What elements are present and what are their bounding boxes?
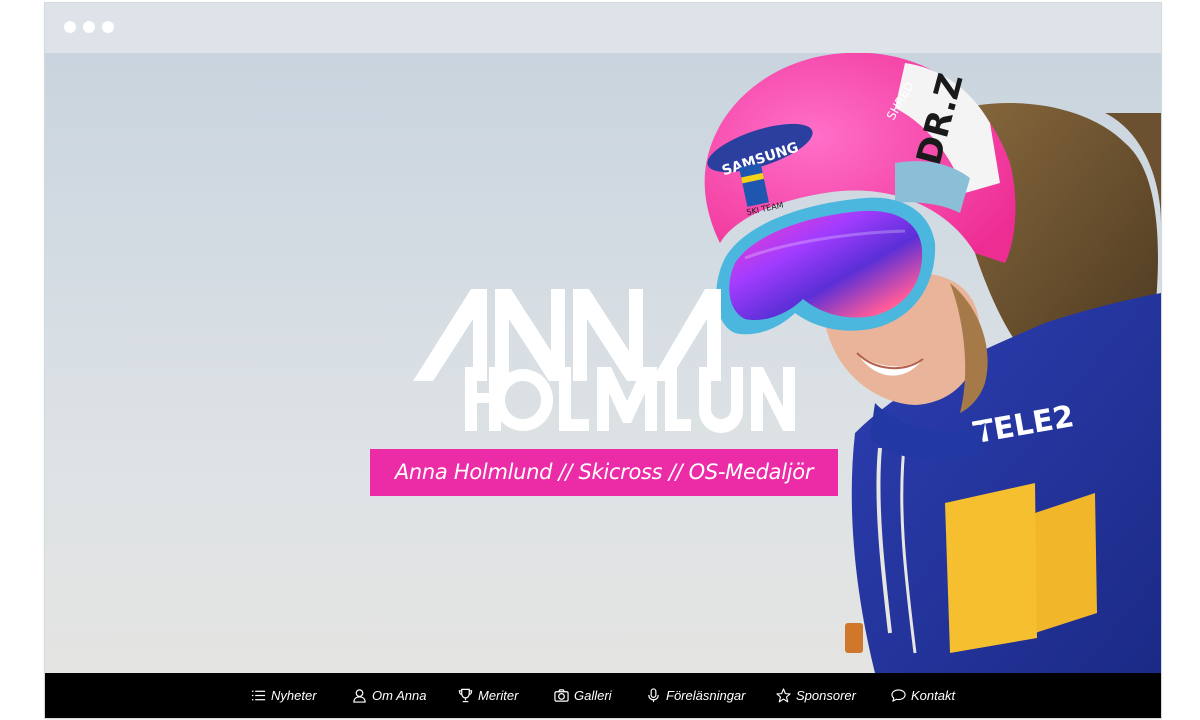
bottom-navigation: Nyheter Om Anna Meriter Galleri Föreläsn: [45, 673, 1161, 718]
nav-label: Sponsorer: [796, 688, 856, 703]
nav-item-galleri[interactable]: Galleri: [553, 673, 612, 718]
nav-item-nyheter[interactable]: Nyheter: [250, 673, 317, 718]
speech-bubble-icon: [890, 688, 906, 704]
hero-tagline: Anna Holmlund // Skicross // OS-Medaljör: [370, 449, 838, 496]
nav-item-sponsorer[interactable]: Sponsorer: [775, 673, 856, 718]
trophy-icon: [457, 688, 473, 704]
hero-section: TELE2 DR.Z SHRED SAMSUNG SKI TEAM Anna H…: [45, 53, 1161, 673]
browser-window: TELE2 DR.Z SHRED SAMSUNG SKI TEAM Anna H…: [45, 3, 1161, 718]
star-icon: [775, 688, 791, 704]
nav-label: Nyheter: [271, 688, 317, 703]
nav-item-kontakt[interactable]: Kontakt: [890, 673, 955, 718]
window-control-dot[interactable]: [64, 21, 76, 33]
user-icon: [351, 688, 367, 704]
nav-label: Galleri: [574, 688, 612, 703]
nav-label: Meriter: [478, 688, 519, 703]
microphone-icon: [645, 688, 661, 704]
window-control-dot[interactable]: [83, 21, 95, 33]
browser-chrome-bar: [45, 3, 1161, 54]
nav-label: Föreläsningar: [666, 688, 746, 703]
anna-holmlund-logo: [413, 289, 795, 433]
list-icon: [250, 688, 266, 704]
nav-item-forelasningar[interactable]: Föreläsningar: [645, 673, 746, 718]
camera-icon: [553, 688, 569, 704]
nav-label: Om Anna: [372, 688, 427, 703]
nav-label: Kontakt: [911, 688, 956, 703]
nav-item-om-anna[interactable]: Om Anna: [351, 673, 426, 718]
window-control-dot[interactable]: [102, 21, 114, 33]
nav-item-meriter[interactable]: Meriter: [457, 673, 518, 718]
